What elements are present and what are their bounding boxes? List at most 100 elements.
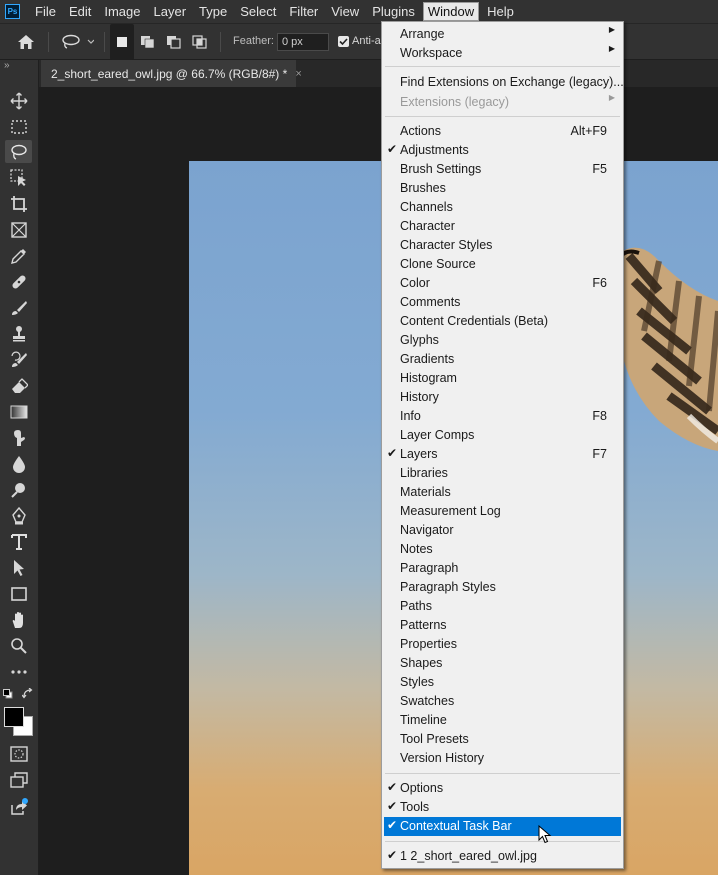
eyedropper-tool[interactable]: [5, 244, 32, 267]
menu-item-color[interactable]: Color F6: [384, 274, 621, 293]
menu-item-contextual-task-bar[interactable]: ✔ Contextual Task Bar: [384, 817, 621, 836]
blur-tool[interactable]: [5, 452, 32, 475]
menu-item-layers[interactable]: ✔ Layers F7: [384, 445, 621, 464]
menu-item-label: Version History: [400, 751, 485, 765]
type-tool[interactable]: [5, 530, 32, 553]
menu-window[interactable]: Window: [422, 2, 480, 21]
marquee-tool-icon: [10, 119, 27, 134]
menu-item-shapes[interactable]: Shapes: [384, 654, 621, 673]
more-tools[interactable]: [5, 660, 32, 683]
subtract-from-selection-button[interactable]: [162, 24, 186, 60]
smudge-tool[interactable]: [5, 426, 32, 449]
lasso-tool[interactable]: [5, 140, 32, 163]
menu-item-character-styles[interactable]: Character Styles: [384, 236, 621, 255]
menu-item-adjustments[interactable]: ✔ Adjustments: [384, 141, 621, 160]
menu-item-character[interactable]: Character: [384, 217, 621, 236]
frame-tool[interactable]: [5, 218, 32, 241]
menu-item-navigator[interactable]: Navigator: [384, 521, 621, 540]
menu-help[interactable]: Help: [482, 2, 519, 21]
menu-item-arrange[interactable]: Arrange ▶: [384, 25, 621, 44]
healing-brush-tool[interactable]: [5, 270, 32, 293]
quick-mask-button[interactable]: [5, 742, 32, 765]
menu-item-gradients[interactable]: Gradients: [384, 350, 621, 369]
object-selection-tool[interactable]: [5, 166, 32, 189]
hand-tool[interactable]: [5, 608, 32, 631]
menu-select[interactable]: Select: [235, 2, 281, 21]
menu-item-comments[interactable]: Comments: [384, 293, 621, 312]
menu-item-histogram[interactable]: Histogram: [384, 369, 621, 388]
menu-filter[interactable]: Filter: [284, 2, 323, 21]
default-colors-icon[interactable]: [3, 688, 13, 702]
home-button[interactable]: [12, 24, 40, 60]
menu-item-patterns[interactable]: Patterns: [384, 616, 621, 635]
close-icon[interactable]: ×: [295, 68, 301, 80]
add-to-selection-button[interactable]: [136, 24, 160, 60]
menu-item-history[interactable]: History: [384, 388, 621, 407]
menu-item-actions[interactable]: Actions Alt+F9: [384, 122, 621, 141]
menu-item-brush-settings[interactable]: Brush Settings F5: [384, 160, 621, 179]
menu-item-version-history[interactable]: Version History: [384, 749, 621, 768]
menu-item-info[interactable]: Info F8: [384, 407, 621, 426]
menu-item-open-document[interactable]: ✔ 1 2_short_eared_owl.jpg: [384, 847, 621, 866]
tool-preset-picker[interactable]: [57, 24, 97, 60]
menu-item-workspace[interactable]: Workspace ▶: [384, 44, 621, 63]
menu-item-paragraph-styles[interactable]: Paragraph Styles: [384, 578, 621, 597]
menu-item-glyphs[interactable]: Glyphs: [384, 331, 621, 350]
menu-item-label: History: [400, 390, 439, 404]
menu-item-properties[interactable]: Properties: [384, 635, 621, 654]
menu-type[interactable]: Type: [194, 2, 232, 21]
menu-item-find-extensions[interactable]: Find Extensions on Exchange (legacy)...: [384, 73, 624, 92]
new-selection-button[interactable]: [110, 24, 134, 60]
document-tab[interactable]: 2_short_eared_owl.jpg @ 66.7% (RGB/8#) *…: [41, 60, 302, 87]
menu-item-content-credentials-beta[interactable]: Content Credentials (Beta): [384, 312, 621, 331]
dodge-tool[interactable]: [5, 478, 32, 501]
rectangle-tool[interactable]: [5, 582, 32, 605]
menu-layer[interactable]: Layer: [149, 2, 192, 21]
menu-item-materials[interactable]: Materials: [384, 483, 621, 502]
menu-item-styles[interactable]: Styles: [384, 673, 621, 692]
menu-item-clone-source[interactable]: Clone Source: [384, 255, 621, 274]
menu-edit[interactable]: Edit: [64, 2, 96, 21]
menu-item-notes[interactable]: Notes: [384, 540, 621, 559]
screen-mode-button[interactable]: [5, 768, 32, 791]
menu-item-brushes[interactable]: Brushes: [384, 179, 621, 198]
menu-item-tool-presets[interactable]: Tool Presets: [384, 730, 621, 749]
foreground-color-swatch[interactable]: [4, 707, 24, 727]
add-selection-icon: [141, 36, 155, 49]
crop-tool[interactable]: [5, 192, 32, 215]
clone-stamp-tool[interactable]: [5, 322, 32, 345]
menu-item-libraries[interactable]: Libraries: [384, 464, 621, 483]
menu-item-timeline[interactable]: Timeline: [384, 711, 621, 730]
gradient-tool[interactable]: [5, 400, 32, 423]
menu-item-paths[interactable]: Paths: [384, 597, 621, 616]
pen-tool[interactable]: [5, 504, 32, 527]
menu-item-paragraph[interactable]: Paragraph: [384, 559, 621, 578]
eraser-tool[interactable]: [5, 374, 32, 397]
feather-input[interactable]: [277, 33, 329, 51]
swap-colors-icon[interactable]: [21, 687, 33, 702]
eyedropper-tool-icon: [10, 248, 26, 264]
intersect-selection-button[interactable]: [188, 24, 212, 60]
brush-tool[interactable]: [5, 296, 32, 319]
menu-item-layer-comps[interactable]: Layer Comps: [384, 426, 621, 445]
antialias-checkbox[interactable]: [338, 36, 349, 47]
history-brush-tool[interactable]: [5, 348, 32, 371]
path-selection-tool[interactable]: [5, 556, 32, 579]
menu-image[interactable]: Image: [99, 2, 145, 21]
move-tool[interactable]: [5, 89, 32, 112]
collapse-panel-icon[interactable]: »: [4, 60, 10, 71]
menu-file[interactable]: File: [30, 2, 61, 21]
zoom-tool[interactable]: [5, 634, 32, 657]
menu-view[interactable]: View: [326, 2, 364, 21]
menu-item-options[interactable]: ✔ Options: [384, 779, 621, 798]
checkmark-icon: ✔: [387, 780, 398, 794]
menu-item-measurement-log[interactable]: Measurement Log: [384, 502, 621, 521]
menu-item-swatches[interactable]: Swatches: [384, 692, 621, 711]
menu-item-tools[interactable]: ✔ Tools: [384, 798, 621, 817]
marquee-tool[interactable]: [5, 115, 32, 138]
menu-item-label: Timeline: [400, 713, 447, 727]
menu-item-channels[interactable]: Channels: [384, 198, 621, 217]
menu-plugins[interactable]: Plugins: [367, 2, 420, 21]
hand-tool-icon: [12, 611, 23, 628]
share-button[interactable]: [5, 796, 32, 819]
